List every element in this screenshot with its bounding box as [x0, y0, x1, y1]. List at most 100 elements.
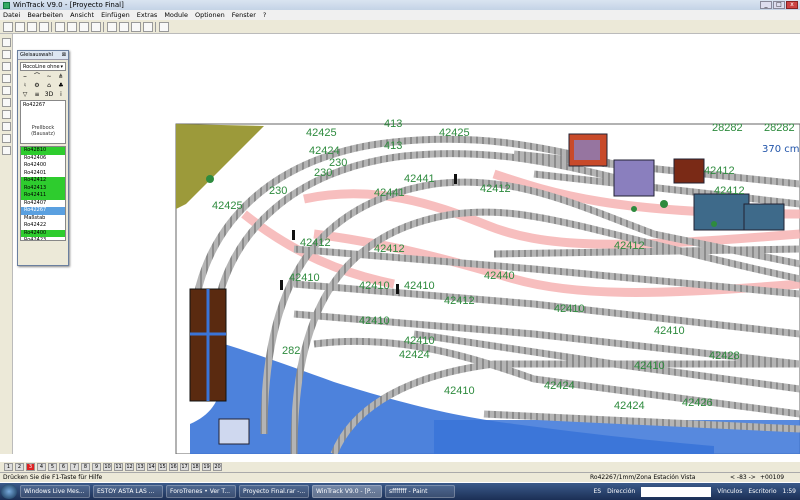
menu-item-0[interactable]: Datei [3, 11, 20, 19]
start-button[interactable] [1, 484, 17, 499]
line-icon[interactable] [1, 50, 11, 59]
language-indicator[interactable]: ES [594, 488, 602, 495]
track-list-item[interactable]: Ro42413 [21, 184, 65, 192]
page-tab-5[interactable]: 5 [48, 463, 57, 471]
paste-icon[interactable] [119, 21, 129, 32]
color-icon[interactable] [1, 134, 11, 143]
straight-track-icon[interactable]: ⎯ [20, 73, 30, 80]
page-tab-12[interactable]: 12 [125, 463, 134, 471]
open-icon[interactable] [15, 21, 25, 32]
page-tab-1[interactable]: 1 [4, 463, 13, 471]
page-tab-2[interactable]: 2 [15, 463, 24, 471]
3d-icon[interactable]: 3D [44, 91, 54, 98]
library-select-value: RocoLine ohne [23, 64, 60, 70]
track-list-item[interactable]: Ro42411 [21, 192, 65, 200]
page-tab-11[interactable]: 11 [114, 463, 123, 471]
rect-icon[interactable] [1, 74, 11, 83]
address-input[interactable] [641, 486, 712, 497]
page-tab-15[interactable]: 15 [158, 463, 167, 471]
menu-item-7[interactable]: Fenster [232, 11, 256, 19]
taskbar-item[interactable]: WinTrack V9.0 - [P... [312, 485, 382, 498]
text-icon[interactable] [1, 62, 11, 71]
circle-icon[interactable] [1, 86, 11, 95]
page-tab-7[interactable]: 7 [70, 463, 79, 471]
track-list-item[interactable]: Ro42407 [21, 200, 65, 208]
track-plan[interactable]: 42425 413 42425 413 42424 230 42441 42425 42441 4… [14, 34, 800, 454]
page-tab-10[interactable]: 10 [103, 463, 112, 471]
layer-icon[interactable]: ≡ [32, 91, 42, 98]
undo-icon[interactable] [79, 21, 89, 32]
taskbar-item[interactable]: sfffffff - Paint [385, 485, 455, 498]
taskbar-item[interactable]: ESTOY ASTA LAS ... [93, 485, 163, 498]
flex-track-icon[interactable]: ∼ [44, 73, 54, 80]
info-icon[interactable]: i [56, 91, 66, 98]
font-icon[interactable] [1, 146, 11, 155]
page-tab-14[interactable]: 14 [147, 463, 156, 471]
signal-icon[interactable]: ♮ [20, 82, 30, 89]
page-tab-9[interactable]: 9 [92, 463, 101, 471]
copy-icon[interactable] [107, 21, 117, 32]
track-list-item[interactable]: Ro42400 [21, 229, 65, 237]
page-tab-19[interactable]: 19 [202, 463, 211, 471]
building-icon[interactable]: ⌂ [44, 82, 54, 89]
page-tab-17[interactable]: 17 [180, 463, 189, 471]
menu-item-4[interactable]: Extras [137, 11, 158, 19]
page-tab-8[interactable]: 8 [81, 463, 90, 471]
layer-icon[interactable] [1, 110, 11, 119]
minimize-button[interactable]: _ [760, 1, 772, 9]
grid-icon[interactable] [1, 122, 11, 131]
close-button[interactable]: x [786, 1, 798, 9]
status-track-info: Ro42267/1mm/Zona Estación Vista [590, 474, 696, 481]
page-tab-4[interactable]: 4 [37, 463, 46, 471]
new-file-icon[interactable] [3, 21, 13, 32]
page-tab-16[interactable]: 16 [169, 463, 178, 471]
taskbar-item[interactable]: ForoTrenes • Ver T... [166, 485, 236, 498]
desktop-toolbar[interactable]: Escritorio [748, 488, 776, 495]
print-icon[interactable] [39, 21, 49, 32]
track-label: 42410 [404, 280, 435, 292]
track-list-item[interactable]: Ro42406 [21, 155, 65, 163]
layout-canvas[interactable]: 42425 413 42425 413 42424 230 42441 42425 42441 4… [14, 34, 800, 454]
page-tab-6[interactable]: 6 [59, 463, 68, 471]
zoom-out-icon[interactable] [67, 21, 77, 32]
menu-item-2[interactable]: Ansicht [70, 11, 94, 19]
track-list-item[interactable]: Ro42412 [21, 177, 65, 185]
track-list-item[interactable]: Ro42401 [21, 170, 65, 178]
track-list-item[interactable]: Ro42423 [21, 237, 65, 240]
menu-item-3[interactable]: Einfügen [101, 11, 130, 19]
track-icon[interactable] [143, 21, 153, 32]
menu-item-5[interactable]: Module [164, 11, 188, 19]
zoom-in-icon[interactable] [55, 21, 65, 32]
page-tab-20[interactable]: 20 [213, 463, 222, 471]
curve-track-icon[interactable]: ⌒ [32, 73, 42, 80]
track-list-item[interactable]: Ro42422 [21, 222, 65, 230]
menu-item-8[interactable]: ? [263, 11, 266, 19]
track-list-item[interactable]: Maßstab [21, 215, 65, 223]
pointer-icon[interactable] [1, 38, 11, 47]
page-tab-18[interactable]: 18 [191, 463, 200, 471]
menu-item-6[interactable]: Optionen [195, 11, 225, 19]
accessory-icon[interactable]: ⚙ [32, 82, 42, 89]
panel-close-icon[interactable]: ⊠ [62, 52, 66, 58]
track-list-item[interactable]: Ro42810 [21, 147, 65, 155]
select-icon[interactable] [131, 21, 141, 32]
tree-icon[interactable]: ♣ [56, 82, 66, 89]
maximize-button[interactable]: □ [773, 1, 785, 9]
library-select[interactable]: RocoLine ohne ▾ [20, 62, 66, 71]
filter-icon[interactable]: ▽ [20, 91, 30, 98]
cut-icon[interactable] [91, 21, 101, 32]
track-list-item[interactable]: Ro42400 [21, 162, 65, 170]
taskbar-item[interactable]: Proyecto Final.rar -... [239, 485, 309, 498]
menu-item-1[interactable]: Bearbeiten [27, 11, 63, 19]
turnout-icon[interactable]: ⋔ [56, 73, 66, 80]
track-list[interactable]: Ro42810 Ro42406 Ro42400 Ro42401 Ro42412 Ro424… [20, 146, 66, 241]
page-tab-3[interactable]: 3 [26, 463, 35, 471]
page-tab-13[interactable]: 13 [136, 463, 145, 471]
building-brown [673, 158, 705, 184]
links-toolbar[interactable]: Vínculos [717, 488, 742, 495]
save-icon[interactable] [27, 21, 37, 32]
track-list-item[interactable]: Ro42267 [21, 207, 65, 215]
measure-icon[interactable] [1, 98, 11, 107]
help-icon[interactable] [159, 21, 169, 32]
taskbar-item[interactable]: Windows Live Mes... [20, 485, 90, 498]
